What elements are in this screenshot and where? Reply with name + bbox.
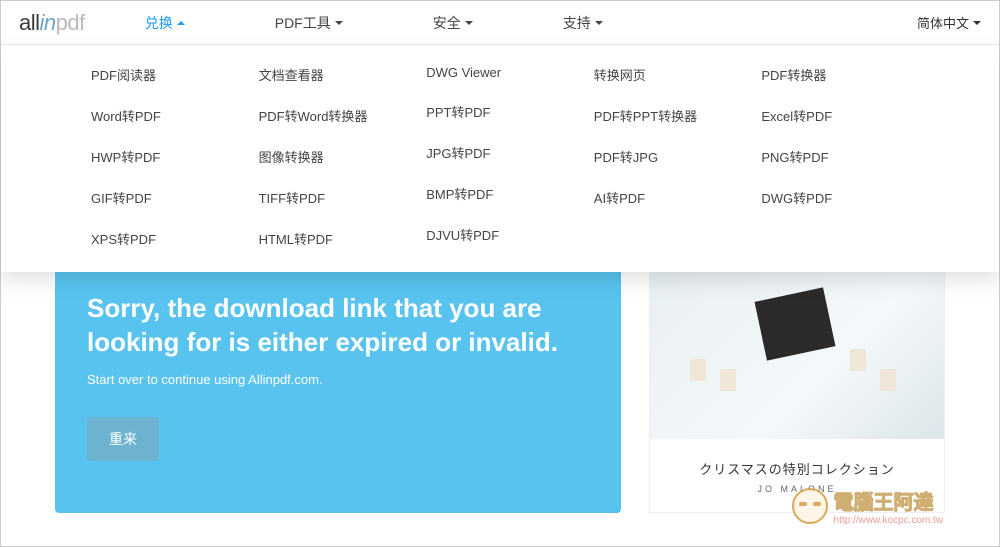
watermark-cn: 電腦王阿達 — [834, 486, 943, 515]
mega-link[interactable]: TIFF转PDF — [259, 188, 407, 207]
logo-part-in: in — [40, 10, 56, 35]
watermark-text: 電腦王阿達 http://www.kocpc.com.tw — [834, 486, 943, 526]
nav-support-label: 支持 — [563, 13, 591, 33]
mega-link[interactable]: PNG转PDF — [761, 147, 909, 166]
main-nav: 兑换 PDF工具 安全 支持 — [145, 13, 603, 33]
chevron-down-icon — [465, 21, 473, 25]
giftbox-icon — [755, 287, 836, 360]
mega-link[interactable]: JPG转PDF — [426, 143, 574, 162]
mega-link[interactable]: PPT转PDF — [426, 102, 574, 121]
mega-link[interactable]: Excel转PDF — [761, 106, 909, 125]
mega-link[interactable]: PDF阅读器 — [91, 65, 239, 84]
chevron-down-icon — [973, 21, 981, 25]
nav-pdf-tools[interactable]: PDF工具 — [275, 13, 343, 33]
mega-col-0: PDF阅读器 Word转PDF HWP转PDF GIF转PDF XPS转PDF — [91, 65, 239, 248]
mega-link[interactable]: DWG Viewer — [426, 65, 574, 80]
mega-link[interactable]: PDF转PPT转换器 — [594, 106, 742, 125]
mega-link[interactable]: XPS转PDF — [91, 229, 239, 248]
mega-link[interactable]: PDF转Word转换器 — [259, 106, 407, 125]
nav-convert-label: 兑换 — [145, 13, 173, 33]
mega-col-2: DWG Viewer PPT转PDF JPG转PDF BMP转PDF DJVU转… — [426, 65, 574, 248]
error-heading: Sorry, the download link that you are lo… — [87, 291, 589, 360]
mega-col-1: 文档查看器 PDF转Word转换器 图像转换器 TIFF转PDF HTML转PD… — [259, 65, 407, 248]
sidebar-ad[interactable]: i✕ クリスマスの特別コレクション JO MALONE — [649, 263, 945, 513]
logo[interactable]: allinpdf — [19, 10, 85, 36]
chevron-up-icon — [177, 21, 185, 25]
mega-link[interactable]: PDF转换器 — [761, 65, 909, 84]
mega-col-4: PDF转换器 Excel转PDF PNG转PDF DWG转PDF — [761, 65, 909, 248]
mega-link[interactable]: DJVU转PDF — [426, 225, 574, 244]
mega-link[interactable]: HWP转PDF — [91, 147, 239, 166]
chevron-down-icon — [335, 21, 343, 25]
ad-caption-line1: クリスマスの特別コレクション — [699, 459, 895, 478]
mega-link[interactable]: 图像转换器 — [259, 147, 407, 166]
language-selector[interactable]: 简体中文 — [917, 13, 981, 32]
mega-link[interactable]: HTML转PDF — [259, 229, 407, 248]
nav-security-label: 安全 — [433, 13, 461, 33]
ad-image — [650, 264, 944, 439]
product-icon — [690, 359, 706, 381]
mega-link[interactable]: GIF转PDF — [91, 188, 239, 207]
product-icon — [880, 369, 896, 391]
mega-link[interactable]: 文档查看器 — [259, 65, 407, 84]
main-panel: Sorry, the download link that you are lo… — [55, 263, 945, 513]
mega-link[interactable]: PDF转JPG — [594, 147, 742, 166]
watermark: 電腦王阿達 http://www.kocpc.com.tw — [792, 486, 943, 526]
product-icon — [850, 349, 866, 371]
mega-menu: PDF阅读器 Word转PDF HWP转PDF GIF转PDF XPS转PDF … — [1, 45, 999, 272]
retry-button[interactable]: 重来 — [87, 417, 159, 461]
language-label: 简体中文 — [917, 13, 969, 32]
nav-pdf-tools-label: PDF工具 — [275, 13, 331, 33]
top-navbar: allinpdf 兑换 PDF工具 安全 支持 简体中文 — [1, 1, 999, 45]
error-subtext: Start over to continue using Allinpdf.co… — [87, 372, 589, 387]
mega-link[interactable]: BMP转PDF — [426, 184, 574, 203]
error-box: Sorry, the download link that you are lo… — [55, 263, 621, 513]
nav-convert[interactable]: 兑换 — [145, 13, 185, 33]
nav-support[interactable]: 支持 — [563, 13, 603, 33]
logo-part-all: all — [19, 10, 40, 35]
mega-link[interactable]: AI转PDF — [594, 188, 742, 207]
mega-link[interactable]: Word转PDF — [91, 106, 239, 125]
mascot-icon — [792, 488, 828, 524]
nav-security[interactable]: 安全 — [433, 13, 473, 33]
watermark-url: http://www.kocpc.com.tw — [834, 515, 943, 526]
mega-link[interactable]: DWG转PDF — [761, 188, 909, 207]
logo-part-pdf: pdf — [56, 10, 85, 35]
product-icon — [720, 369, 736, 391]
mega-link[interactable]: 转换网页 — [594, 65, 742, 84]
chevron-down-icon — [595, 21, 603, 25]
mega-col-3: 转换网页 PDF转PPT转换器 PDF转JPG AI转PDF — [594, 65, 742, 248]
